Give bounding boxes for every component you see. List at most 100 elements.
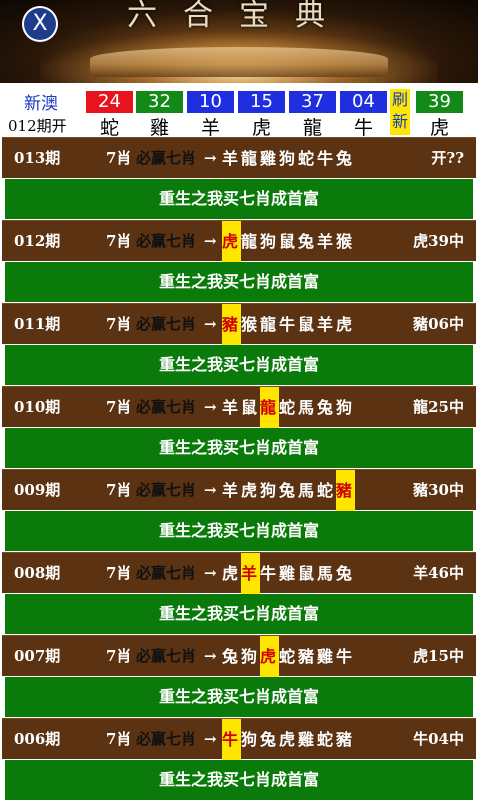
zodiac-pick: 虎 [222,221,241,262]
result-label: 虎15中 [413,647,464,665]
pick-count: 7肖 [106,564,132,582]
zodiac-pick: 龍 [260,315,280,334]
pick-count: 7肖 [106,730,132,748]
period-label: 012期 [14,232,61,250]
arrow-icon: → [204,398,217,416]
win-label: 必赢七肖 [136,315,197,333]
prediction-row[interactable]: 008期 7肖 必赢七肖 → 羊46中 虎羊牛雞鼠馬兔 [2,552,476,594]
zodiac-pick: 猴 [336,232,356,251]
zodiac-pick: 鼠 [298,315,318,334]
zodiac-pick: 牛 [279,315,299,334]
prediction-row[interactable]: 010期 7肖 必赢七肖 → 龍25中 羊鼠龍蛇馬兔狗 [2,386,476,428]
promo-banner[interactable]: 重生之我买七肖成首富 [4,261,474,303]
arrow-icon: → [204,730,217,748]
result-ball: 37 [289,91,336,113]
zodiac-pick: 羊 [222,398,242,417]
arrow-icon: → [204,232,217,250]
result-zodiac: 龍 [302,117,322,139]
zodiac-pick: 羊 [241,553,260,594]
zodiac-pick: 狗 [260,481,280,500]
close-button[interactable]: X [22,6,58,42]
win-label: 必赢七肖 [136,232,197,250]
zodiac-pick: 兔 [298,232,318,251]
refresh-button[interactable]: 刷 新 [390,89,410,135]
prediction-row[interactable]: 013期 7肖 必赢七肖 → 开?? 羊龍雞狗蛇牛兔 [2,137,476,178]
pick-count: 7肖 [106,149,132,167]
result-ball: 15 [238,91,285,113]
refresh-label-2: 新 [391,112,408,131]
result-ball: 32 [136,91,183,113]
zodiac-picks: 虎羊牛雞鼠馬兔 [222,553,355,594]
banner-title: 六合宝典 [127,0,351,33]
zodiac-pick: 雞 [317,647,337,666]
zodiac-picks: 牛狗兔虎雞蛇豬 [222,719,355,760]
zodiac-pick: 蛇 [279,647,299,666]
zodiac-pick: 羊 [317,315,337,334]
result-label: 牛04中 [413,730,464,748]
draw-period: 012期开 [8,117,67,135]
zodiac-pick: 兔 [317,398,337,417]
zodiac-pick: 牛 [222,719,241,760]
result-zodiac: 牛 [353,117,373,139]
period-label: 008期 [14,564,61,582]
zodiac-picks: 羊龍雞狗蛇牛兔 [222,138,355,179]
zodiac-pick: 狗 [279,149,299,168]
promo-banner[interactable]: 重生之我买七肖成首富 [4,510,474,552]
result-zodiac: 虎 [429,117,449,139]
zodiac-pick: 虎 [260,636,279,677]
zodiac-pick: 兔 [222,647,242,666]
promo-banner[interactable]: 重生之我买七肖成首富 [4,676,474,718]
zodiac-pick: 雞 [298,730,318,749]
result-zodiac: 蛇 [99,117,119,139]
result-ball: 24 [86,91,133,113]
pick-count: 7肖 [106,481,132,499]
zodiac-pick: 狗 [241,647,261,666]
lottery-name: 新澳 [24,94,58,114]
result-label: 羊46中 [413,564,464,582]
prediction-row[interactable]: 011期 7肖 必赢七肖 → 豬06中 豬猴龍牛鼠羊虎 [2,303,476,345]
pick-count: 7肖 [106,647,132,665]
zodiac-pick: 虎 [279,730,299,749]
zodiac-pick: 雞 [279,564,299,583]
promo-banner[interactable]: 重生之我买七肖成首富 [4,427,474,469]
promo-banner[interactable]: 重生之我买七肖成首富 [4,593,474,635]
zodiac-pick: 狗 [336,398,356,417]
pick-count: 7肖 [106,398,132,416]
promo-banner[interactable]: 重生之我买七肖成首富 [4,344,474,386]
zodiac-pick: 鼠 [241,398,261,417]
zodiac-pick: 蛇 [298,149,318,168]
prediction-row[interactable]: 009期 7肖 必赢七肖 → 豬30中 羊虎狗兔馬蛇豬 [2,469,476,511]
prediction-row[interactable]: 006期 7肖 必赢七肖 → 牛04中 牛狗兔虎雞蛇豬 [2,718,476,760]
result-label: 开?? [431,149,464,167]
zodiac-pick: 雞 [260,149,280,168]
promo-banner[interactable]: 重生之我买七肖成首富 [4,759,474,801]
prediction-row[interactable]: 007期 7肖 必赢七肖 → 虎15中 兔狗虎蛇豬雞牛 [2,635,476,677]
win-label: 必赢七肖 [136,149,197,167]
zodiac-pick: 龍 [260,387,279,428]
result-zodiac: 虎 [251,117,271,139]
promo-banner[interactable]: 重生之我买七肖成首富 [4,178,474,220]
arrow-icon: → [204,564,217,582]
win-label: 必赢七肖 [136,398,197,416]
period-label: 006期 [14,730,61,748]
win-label: 必赢七肖 [136,730,197,748]
zodiac-pick: 鼠 [298,564,318,583]
zodiac-pick: 猴 [241,315,261,334]
zodiac-picks: 虎龍狗鼠兔羊猴 [222,221,355,262]
zodiac-pick: 蛇 [317,481,337,500]
result-label: 豬06中 [413,315,464,333]
zodiac-pick: 狗 [241,730,261,749]
result-zodiac: 羊 [200,117,220,139]
pick-count: 7肖 [106,232,132,250]
result-zodiac: 雞 [149,117,169,139]
zodiac-pick: 羊 [222,481,242,500]
zodiac-pick: 蛇 [317,730,337,749]
result-label: 虎39中 [413,232,464,250]
zodiac-picks: 兔狗虎蛇豬雞牛 [222,636,355,677]
period-label: 007期 [14,647,61,665]
prediction-row[interactable]: 012期 7肖 必赢七肖 → 虎39中 虎龍狗鼠兔羊猴 [2,220,476,262]
zodiac-pick: 牛 [336,647,356,666]
zodiac-pick: 虎 [222,564,242,583]
header-banner: 六合宝典 X [0,0,478,83]
zodiac-pick: 兔 [260,730,280,749]
